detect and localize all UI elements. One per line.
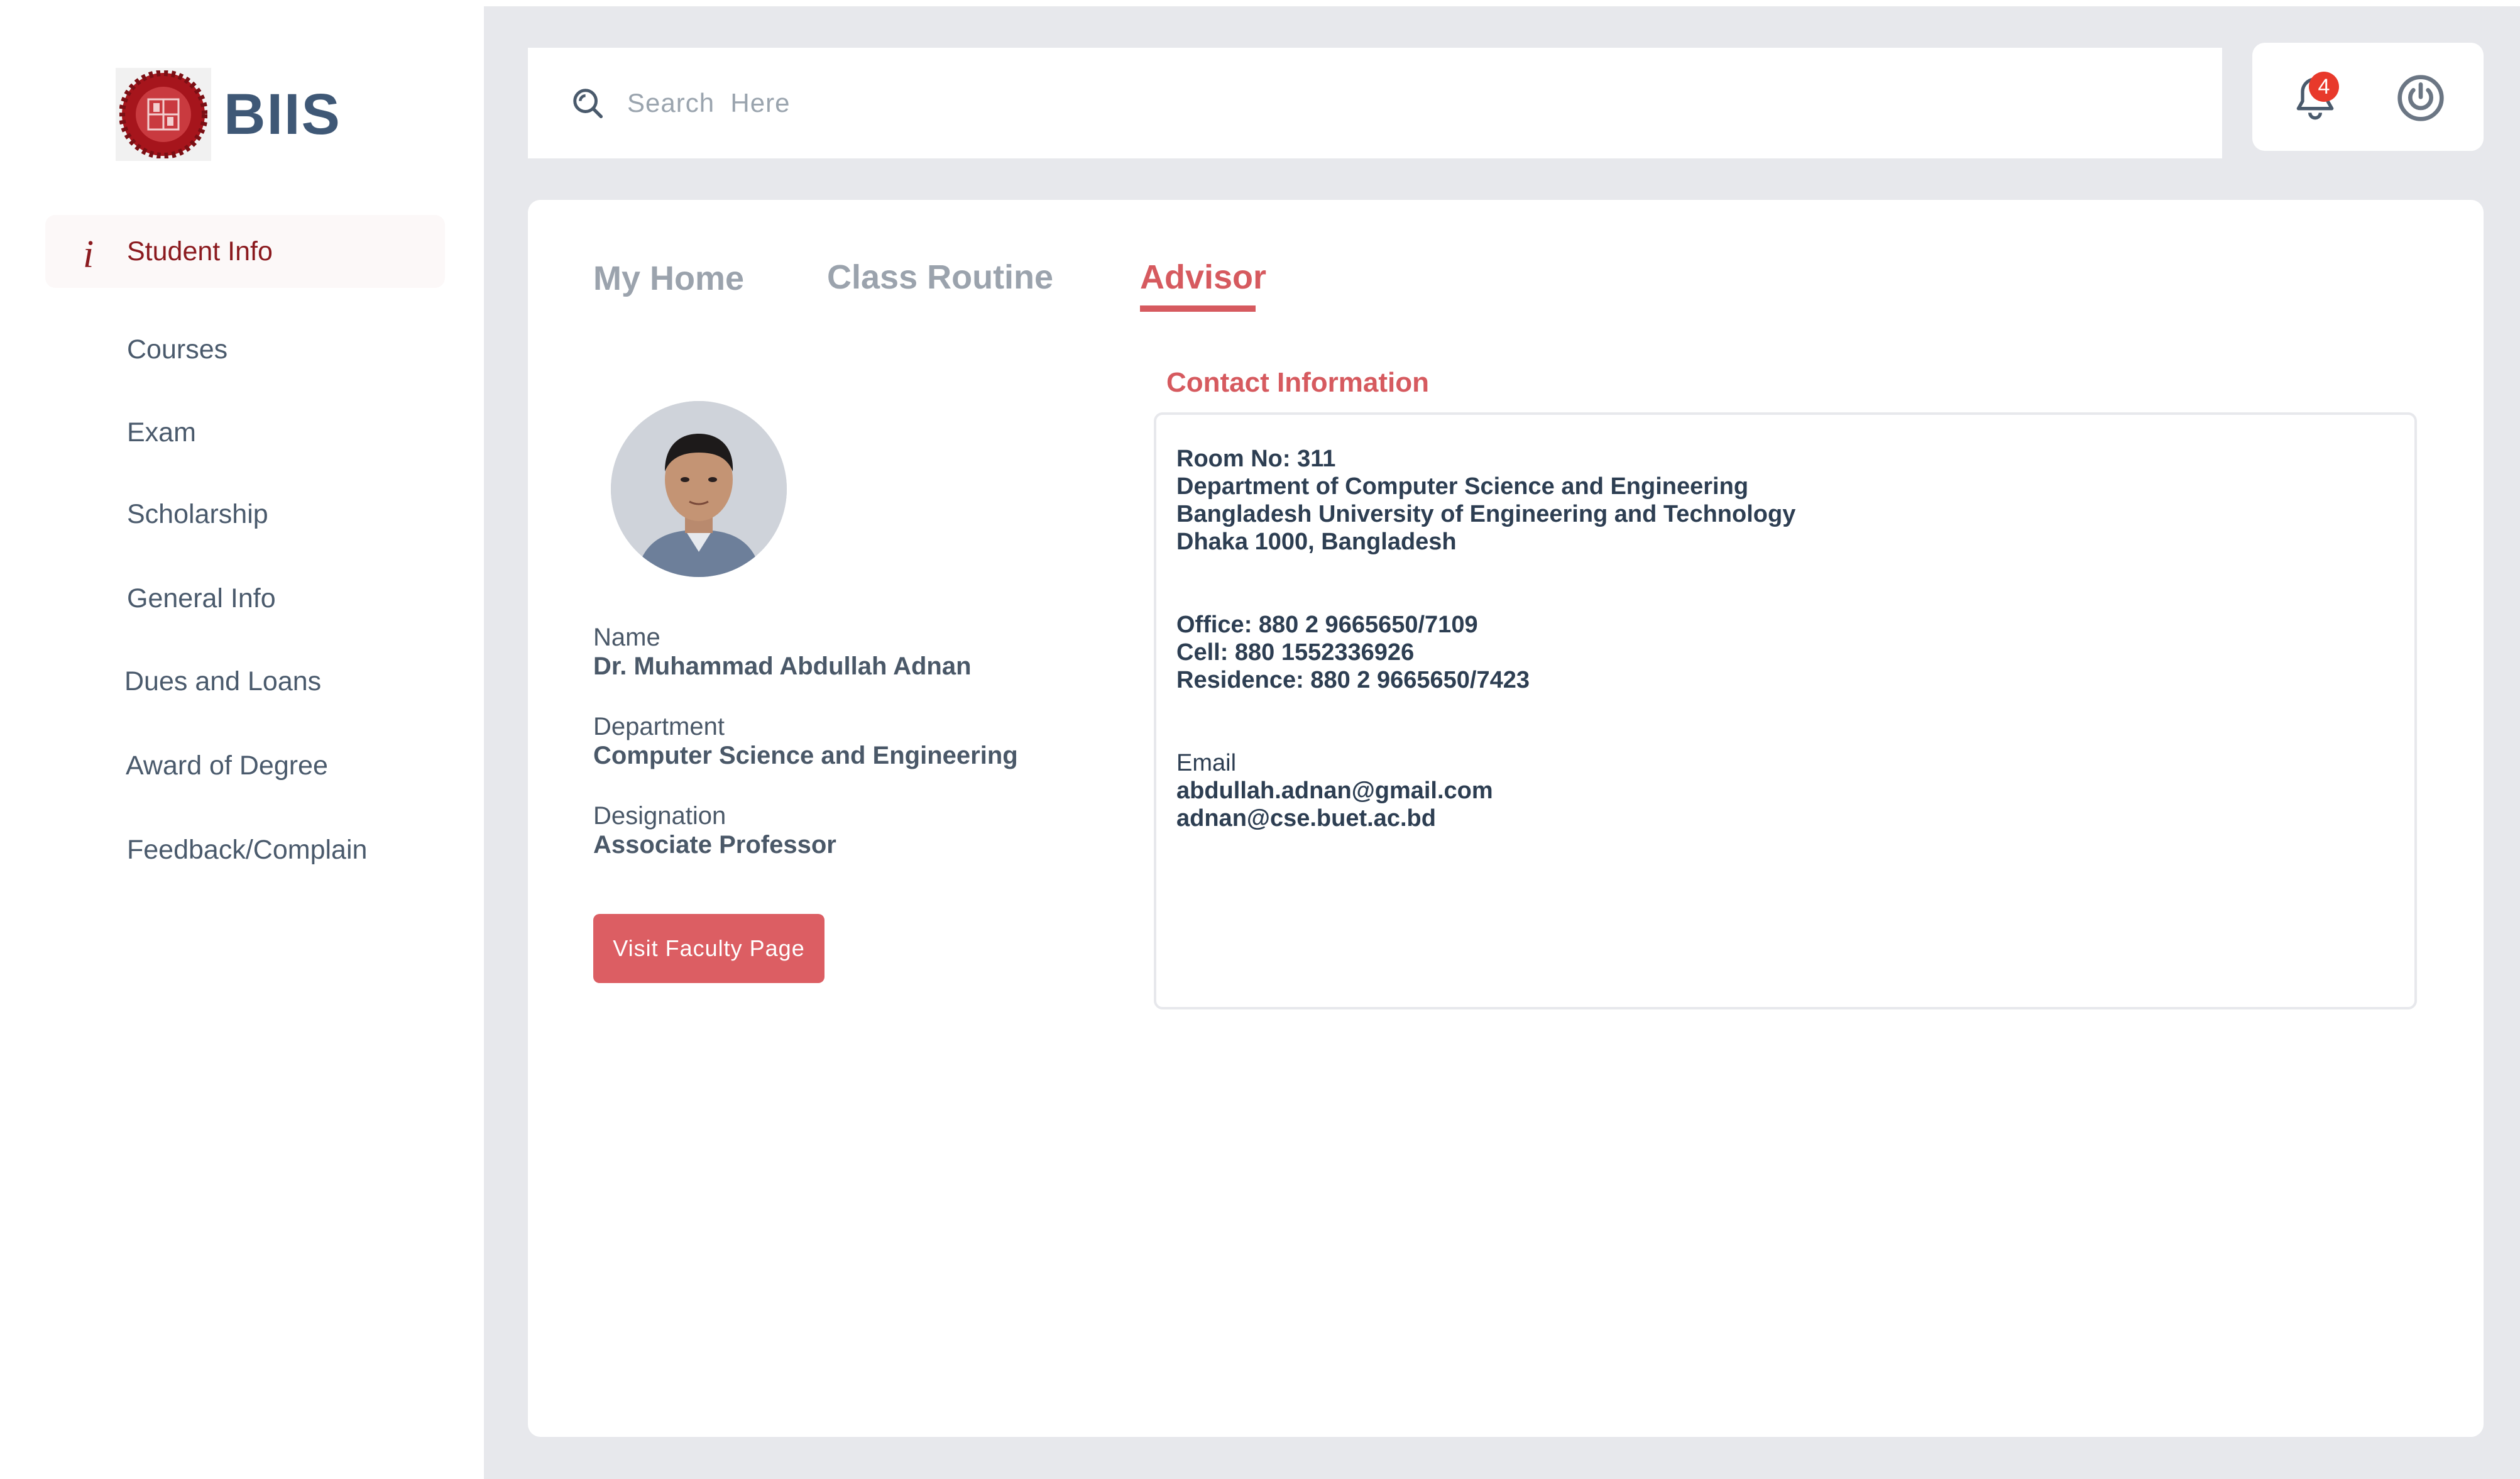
contact-email-1[interactable]: abdullah.adnan@gmail.com: [1176, 777, 2394, 805]
department-label: Department: [593, 713, 725, 740]
sidebar-item-dues-and-loans[interactable]: Dues and Loans: [45, 645, 445, 718]
sidebar-item-label: Scholarship: [127, 498, 268, 529]
sidebar-item-student-info[interactable]: i Student Info: [45, 215, 445, 288]
contact-department: Department of Computer Science and Engin…: [1176, 473, 1749, 500]
sidebar-item-label: Student Info: [127, 236, 273, 267]
contact-information-title: Contact Information: [1166, 367, 1429, 398]
sidebar-item-label: Award of Degree: [126, 750, 328, 781]
email-label: Email: [1176, 750, 1237, 776]
brand-name: BIIS: [224, 82, 341, 146]
sidebar-item-label: Exam: [127, 417, 196, 448]
sidebar-item-label: General Info: [127, 583, 276, 613]
sidebar-item-label: Feedback/Complain: [127, 834, 368, 865]
sidebar: BIIS i Student Info Courses Exam Scholar…: [0, 0, 484, 1479]
sidebar-item-label: Courses: [127, 334, 228, 365]
contact-room: Room No: 311: [1176, 446, 1336, 472]
advisor-avatar: [611, 401, 787, 577]
contact-information-box: Room No: 311 Department of Computer Scie…: [1154, 412, 2417, 1009]
notification-badge: 4: [2309, 72, 2339, 102]
contact-office-phone: Office: 880 2 9665650/7109: [1176, 612, 1478, 638]
search-bar[interactable]: [528, 48, 2222, 158]
search-input[interactable]: [626, 87, 2134, 119]
visit-faculty-page-button[interactable]: Visit Faculty Page: [593, 914, 824, 983]
sidebar-item-feedback-complain[interactable]: Feedback/Complain: [45, 813, 445, 886]
sidebar-item-general-info[interactable]: General Info: [45, 562, 445, 635]
advisor-designation: Associate Professor: [593, 831, 836, 859]
contact-cell-phone: Cell: 880 1552336926: [1176, 639, 1415, 666]
advisor-name: Dr. Muhammad Abdullah Adnan: [593, 652, 972, 680]
content-card: My Home Class Routine Advisor Name Dr. M…: [528, 200, 2484, 1437]
header-actions: 4: [2252, 43, 2484, 151]
tab-my-home[interactable]: My Home: [593, 259, 744, 298]
info-icon: i: [83, 233, 94, 276]
university-logo: [116, 68, 211, 161]
power-icon[interactable]: [2396, 73, 2446, 123]
tab-advisor[interactable]: Advisor: [1140, 258, 1266, 297]
sidebar-item-exam[interactable]: Exam: [45, 396, 445, 469]
active-tab-indicator: [1140, 305, 1256, 312]
advisor-department: Computer Science and Engineering: [593, 742, 1018, 769]
contact-university: Bangladesh University of Engineering and…: [1176, 501, 1796, 527]
brand[interactable]: BIIS: [116, 68, 341, 161]
tab-class-routine[interactable]: Class Routine: [827, 258, 1053, 297]
sidebar-item-scholarship[interactable]: Scholarship: [45, 478, 445, 551]
contact-email-2[interactable]: adnan@cse.buet.ac.bd: [1176, 805, 2394, 832]
contact-residence-phone: Residence: 880 2 9665650/7423: [1176, 667, 1530, 693]
sidebar-item-courses[interactable]: Courses: [45, 313, 445, 386]
contact-city: Dhaka 1000, Bangladesh: [1176, 529, 1457, 555]
designation-label: Designation: [593, 802, 726, 830]
name-label: Name: [593, 624, 660, 651]
sidebar-item-label: Dues and Loans: [124, 666, 322, 696]
sidebar-item-award-of-degree[interactable]: Award of Degree: [45, 729, 445, 802]
search-icon: [573, 89, 603, 119]
